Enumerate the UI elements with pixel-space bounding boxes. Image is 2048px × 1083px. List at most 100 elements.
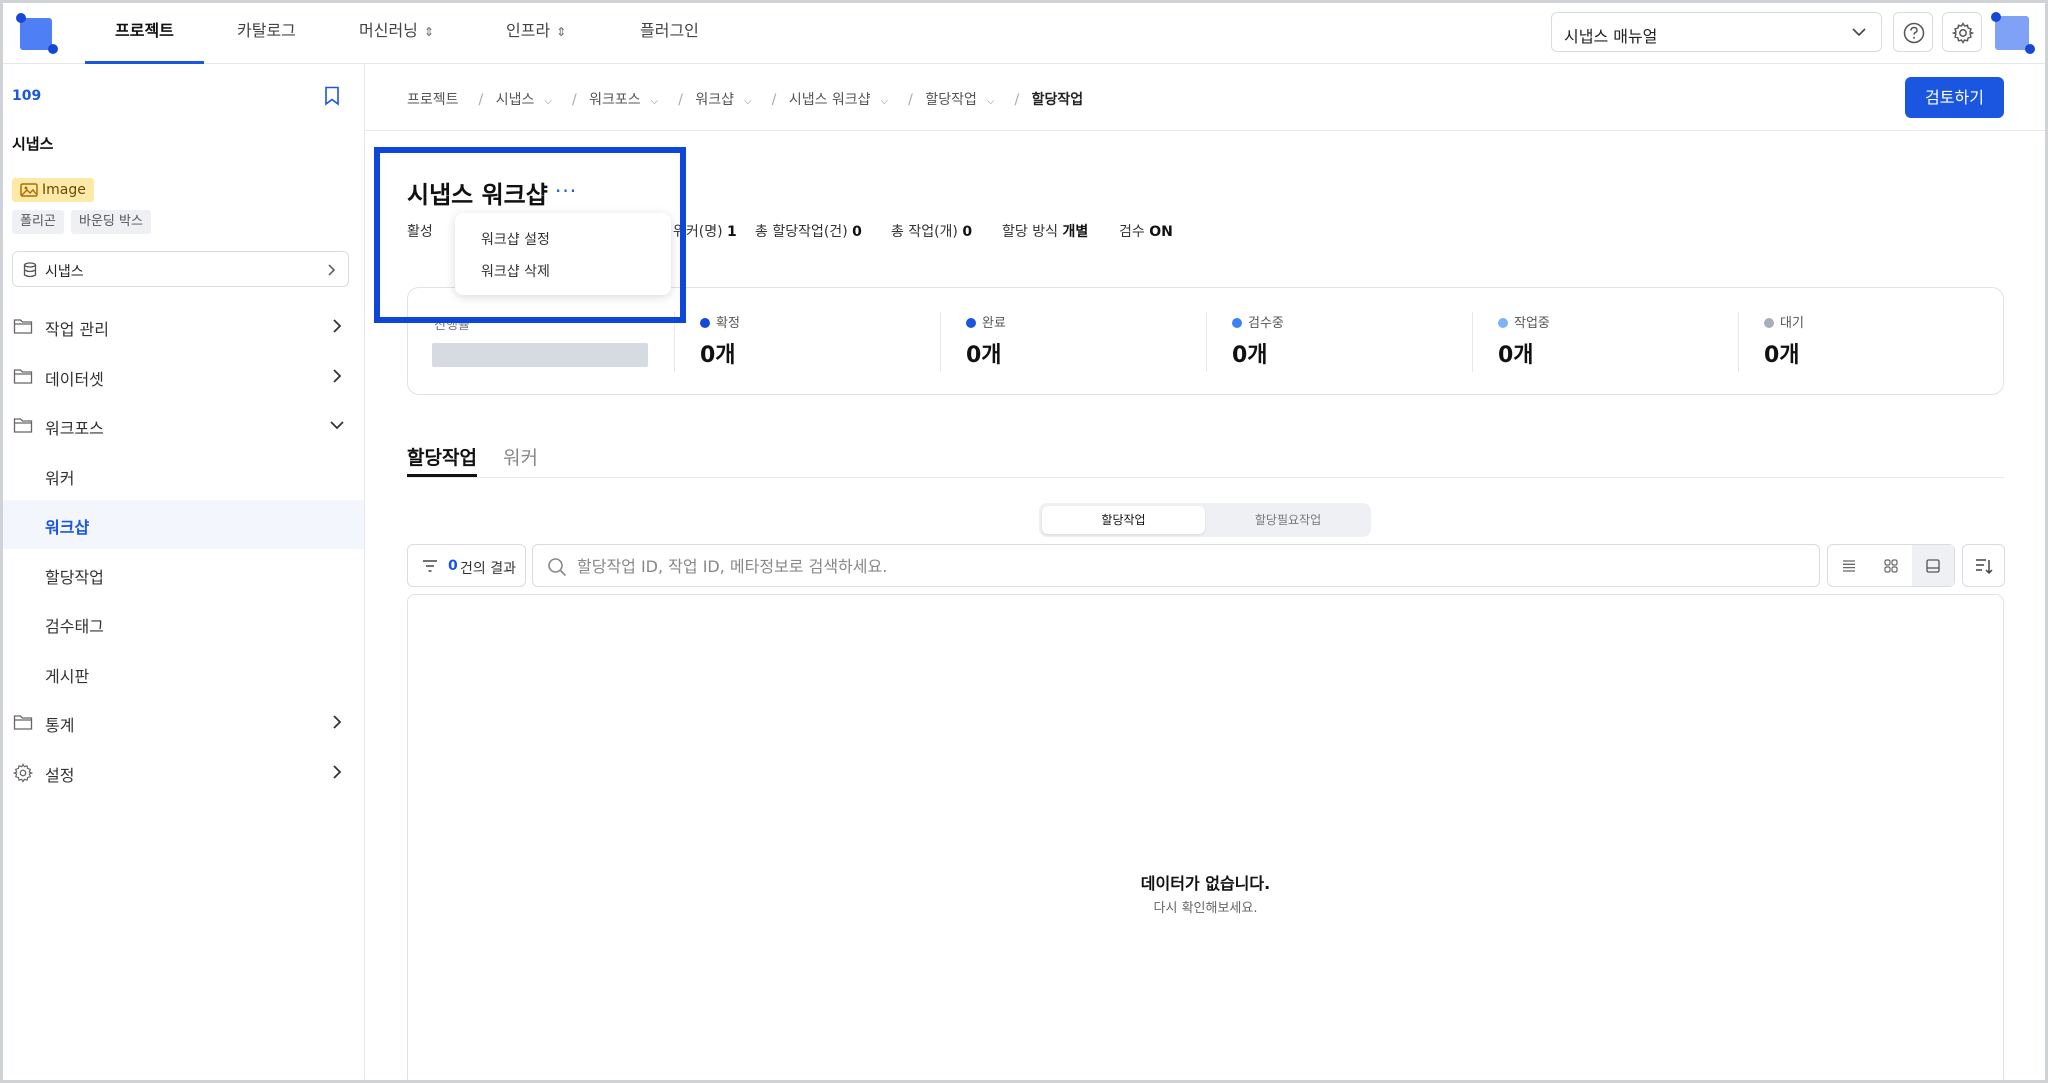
sidebar-item-board[interactable]: 게시판	[3, 649, 364, 698]
breadcrumb-item[interactable]: 시냅스 ⌵	[496, 92, 558, 108]
sidebar-item-label: 워커	[45, 469, 75, 488]
tag-polygon: 폴리곤	[12, 210, 64, 234]
search-box	[532, 544, 1820, 587]
chevron-right-icon	[333, 765, 342, 779]
folder-icon	[13, 715, 33, 730]
card-icon	[1926, 559, 1940, 573]
chevron-right-icon	[333, 369, 342, 383]
status-dot	[1764, 318, 1774, 328]
chevron-down-icon	[1852, 28, 1866, 37]
folder-icon	[13, 369, 33, 384]
sidebar-item-settings[interactable]: 설정	[3, 748, 364, 797]
tag-bbox: 바운딩 박스	[71, 210, 151, 234]
sort-icon	[1976, 559, 1993, 575]
nav-tab-label: 인프라	[506, 21, 551, 40]
top-nav: 프로젝트 카탈로그 머신러닝 ⇕ 인프라 ⇕ 플러그인 시냅스 매뉴얼	[3, 3, 2045, 64]
status-dot	[966, 318, 976, 328]
grid-icon	[1884, 559, 1898, 573]
project-id: 109	[12, 88, 42, 104]
sidebar-item-worker[interactable]: 워커	[3, 451, 364, 500]
app-frame: 프로젝트 카탈로그 머신러닝 ⇕ 인프라 ⇕ 플러그인 시냅스 매뉴얼 109 …	[0, 0, 2048, 1083]
sidebar-item-dataset[interactable]: 데이터셋	[3, 352, 364, 401]
help-icon	[1903, 22, 1925, 44]
empty-state-title: 데이터가 없습니다.	[1140, 874, 1271, 893]
sidebar-item-label: 할당작업	[45, 568, 104, 587]
manual-select-value: 시냅스 매뉴얼	[1564, 27, 1658, 46]
bookmark-icon[interactable]	[323, 86, 341, 106]
nav-tab-plugin[interactable]: 플러그인	[640, 3, 699, 64]
status-dot	[700, 318, 710, 328]
sort-button[interactable]	[1962, 544, 2005, 587]
chevron-down-icon: ⌵	[880, 96, 889, 107]
help-button[interactable]	[1893, 12, 1933, 52]
gear-icon	[1952, 22, 1974, 44]
tab-assignment[interactable]: 할당작업	[407, 443, 477, 470]
sidebar-item-workforce[interactable]: 워크포스	[3, 401, 364, 450]
sidebar-item-label: 설정	[45, 766, 75, 785]
total-assign-stat: 총 할당작업(건) 0	[755, 224, 862, 240]
image-badge: Image	[12, 178, 94, 202]
view-grid-button[interactable]	[1870, 545, 1912, 586]
dataset-selector[interactable]: 시냅스	[12, 251, 349, 287]
filter-button[interactable]: 0 건의 결과	[407, 544, 526, 587]
view-card-button[interactable]	[1912, 545, 1954, 586]
sidebar-item-assignment[interactable]: 할당작업	[3, 550, 364, 599]
sidebar-item-stats[interactable]: 통계	[3, 698, 364, 747]
highlight-annotation	[374, 147, 686, 323]
status-dot	[1498, 318, 1508, 328]
manual-select[interactable]: 시냅스 매뉴얼	[1551, 12, 1882, 52]
folder-icon	[13, 418, 33, 433]
sidebar-item-label: 워크샵	[45, 518, 90, 537]
sidebar-item-workshop[interactable]: 워크샵	[3, 500, 364, 549]
chevron-right-icon	[328, 264, 336, 276]
stat-confirmed: 확정 0개	[700, 316, 740, 368]
result-count: 0	[448, 558, 458, 574]
tab-worker[interactable]: 워커	[503, 443, 538, 470]
gear-icon	[13, 763, 33, 783]
breadcrumb-item[interactable]: 할당작업 ⌵	[925, 92, 1000, 108]
review-button[interactable]: 검토하기	[1905, 77, 2004, 118]
review-stat: 검수 ON	[1119, 224, 1173, 240]
updown-icon: ⇕	[556, 25, 567, 39]
search-input[interactable]	[577, 553, 1777, 579]
settings-button[interactable]	[1942, 12, 1982, 52]
total-tasks-stat: 총 작업(개) 0	[891, 224, 973, 240]
stat-working: 작업중 0개	[1498, 316, 1550, 368]
stat-reviewing: 검수중 0개	[1232, 316, 1284, 368]
progress-bar	[432, 343, 648, 367]
sidebar-item-label: 검수태그	[45, 617, 104, 636]
avatar[interactable]	[1989, 10, 2035, 56]
app-logo[interactable]	[12, 10, 58, 56]
assign-method-stat: 할당 방식 개별	[1002, 224, 1089, 240]
sidebar-item-review-tag[interactable]: 검수태그	[3, 599, 364, 648]
filter-icon	[423, 560, 437, 572]
nav-tab-project[interactable]: 프로젝트	[85, 3, 204, 64]
breadcrumb: 프로젝트 / 시냅스 ⌵ / 워크포스 ⌵ / 워크샵 ⌵ / 시냅스 워크샵 ⌵ / 할당작업 ⌵…	[407, 92, 1084, 108]
breadcrumb-item[interactable]: 시냅스 워크샵 ⌵	[789, 92, 894, 108]
sidebar: 109 시냅스 Image 폴리곤 바운딩 박스 시냅스 작업 관리 데이터셋 …	[3, 64, 365, 1080]
breadcrumb-item[interactable]: 워크샵 ⌵	[695, 92, 757, 108]
chevron-right-icon	[333, 715, 342, 729]
chevron-down-icon: ⌵	[986, 96, 995, 107]
dataset-label: 시냅스	[45, 264, 84, 280]
tab-divider	[407, 477, 2004, 478]
list-icon	[1843, 560, 1855, 572]
breadcrumb-item[interactable]: 프로젝트	[407, 92, 465, 108]
sidebar-item-task-management[interactable]: 작업 관리	[3, 302, 364, 351]
status-dot	[1232, 318, 1242, 328]
image-icon	[20, 183, 38, 197]
nav-tab-label: 플러그인	[640, 21, 699, 40]
nav-tab-ml[interactable]: 머신러닝 ⇕	[359, 3, 434, 64]
nav-tab-catalog[interactable]: 카탈로그	[237, 3, 296, 64]
empty-state-subtitle: 다시 확인해보세요.	[1153, 901, 1258, 916]
sidebar-item-label: 게시판	[45, 667, 90, 686]
assignment-segment: 할당작업 할당필요작업	[1039, 503, 1371, 537]
segment-assignment[interactable]: 할당작업	[1042, 506, 1205, 534]
breadcrumb-item[interactable]: 워크포스 ⌵	[589, 92, 664, 108]
nav-tab-infra[interactable]: 인프라 ⇕	[506, 3, 566, 64]
chevron-down-icon	[330, 421, 344, 430]
view-list-button[interactable]	[1828, 545, 1870, 586]
segment-needs-assignment[interactable]: 할당필요작업	[1208, 506, 1368, 534]
chevron-down-icon: ⌵	[544, 96, 552, 107]
nav-tab-label: 프로젝트	[115, 21, 174, 40]
